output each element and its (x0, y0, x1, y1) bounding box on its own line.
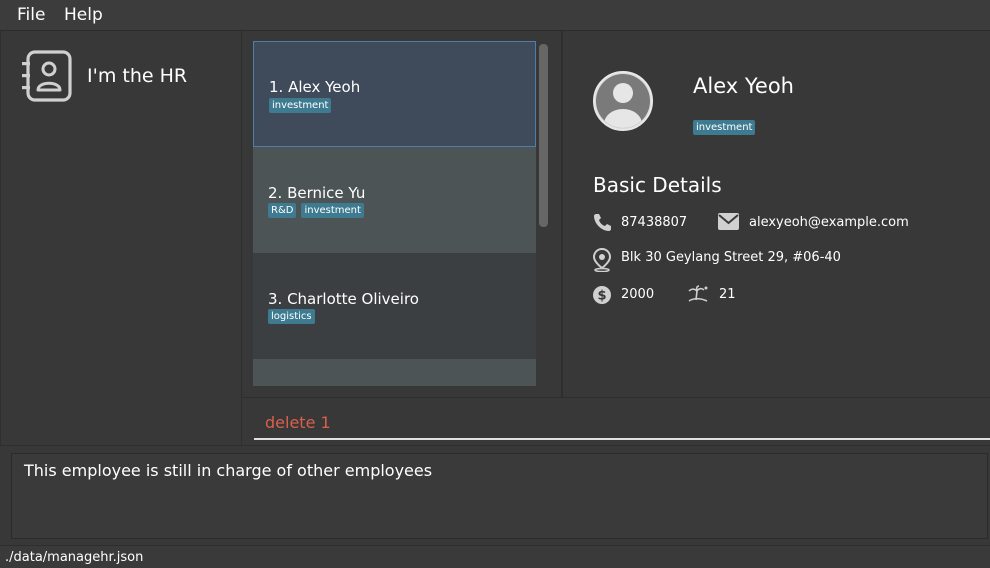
detail-tag: investment (693, 120, 756, 135)
command-underline (254, 438, 990, 440)
menu-bar: File Help (0, 0, 990, 31)
detail-leave: 21 (719, 287, 736, 302)
employee-name: 1. Alex Yeoh (269, 78, 361, 96)
employee-tag: investment (269, 98, 332, 113)
app-title: I'm the HR (87, 65, 188, 87)
command-input[interactable]: delete 1 (265, 413, 331, 432)
result-panel: This employee is still in charge of othe… (0, 445, 990, 545)
detail-phone: 87438807 (621, 215, 688, 230)
result-message: This employee is still in charge of othe… (24, 461, 433, 480)
phone-icon (594, 214, 611, 231)
detail-email: alexyeoh@example.com (749, 215, 909, 230)
save-file-path: ./data/managehr.json (5, 550, 144, 565)
status-bar: ./data/managehr.json (0, 545, 990, 568)
location-icon (592, 248, 612, 272)
employee-tag: logistics (268, 309, 315, 324)
employee-name: 2. Bernice Yu (268, 184, 366, 202)
employee-name: 3. Charlotte Oliveiro (268, 290, 419, 308)
list-item[interactable]: 3. Charlotte Oliveiro logistics (253, 253, 536, 359)
avatar-icon (593, 71, 653, 131)
sidebar: I'm the HR (0, 31, 242, 445)
list-item[interactable]: 2. Bernice Yu R&D investment (253, 147, 536, 253)
result-display[interactable]: This employee is still in charge of othe… (11, 453, 988, 539)
svg-text:$: $ (597, 289, 606, 304)
detail-salary: 2000 (621, 287, 655, 302)
menu-help[interactable]: Help (64, 5, 103, 25)
employee-detail-panel: Alex Yeoh investment Basic Details 87438… (563, 31, 990, 397)
basic-details-heading: Basic Details (593, 173, 722, 197)
employee-list-panel: 1. Alex Yeoh investment 2. Bernice Yu R&… (242, 31, 563, 397)
menu-file[interactable]: File (17, 5, 45, 25)
employee-list[interactable]: 1. Alex Yeoh investment 2. Bernice Yu R&… (253, 41, 536, 386)
dollar-icon: $ (593, 286, 611, 304)
employee-tag: investment (301, 203, 364, 218)
detail-name: Alex Yeoh (693, 74, 794, 98)
detail-address: Blk 30 Geylang Street 29, #06-40 (621, 250, 841, 265)
beach-icon (688, 285, 708, 302)
mail-icon (718, 213, 739, 230)
employee-tag: R&D (268, 203, 297, 218)
list-item[interactable] (253, 359, 536, 386)
command-box[interactable]: delete 1 (242, 397, 990, 445)
list-item[interactable]: 1. Alex Yeoh investment (253, 41, 536, 147)
list-scrollbar-thumb[interactable] (539, 44, 548, 227)
address-book-icon (22, 50, 72, 102)
